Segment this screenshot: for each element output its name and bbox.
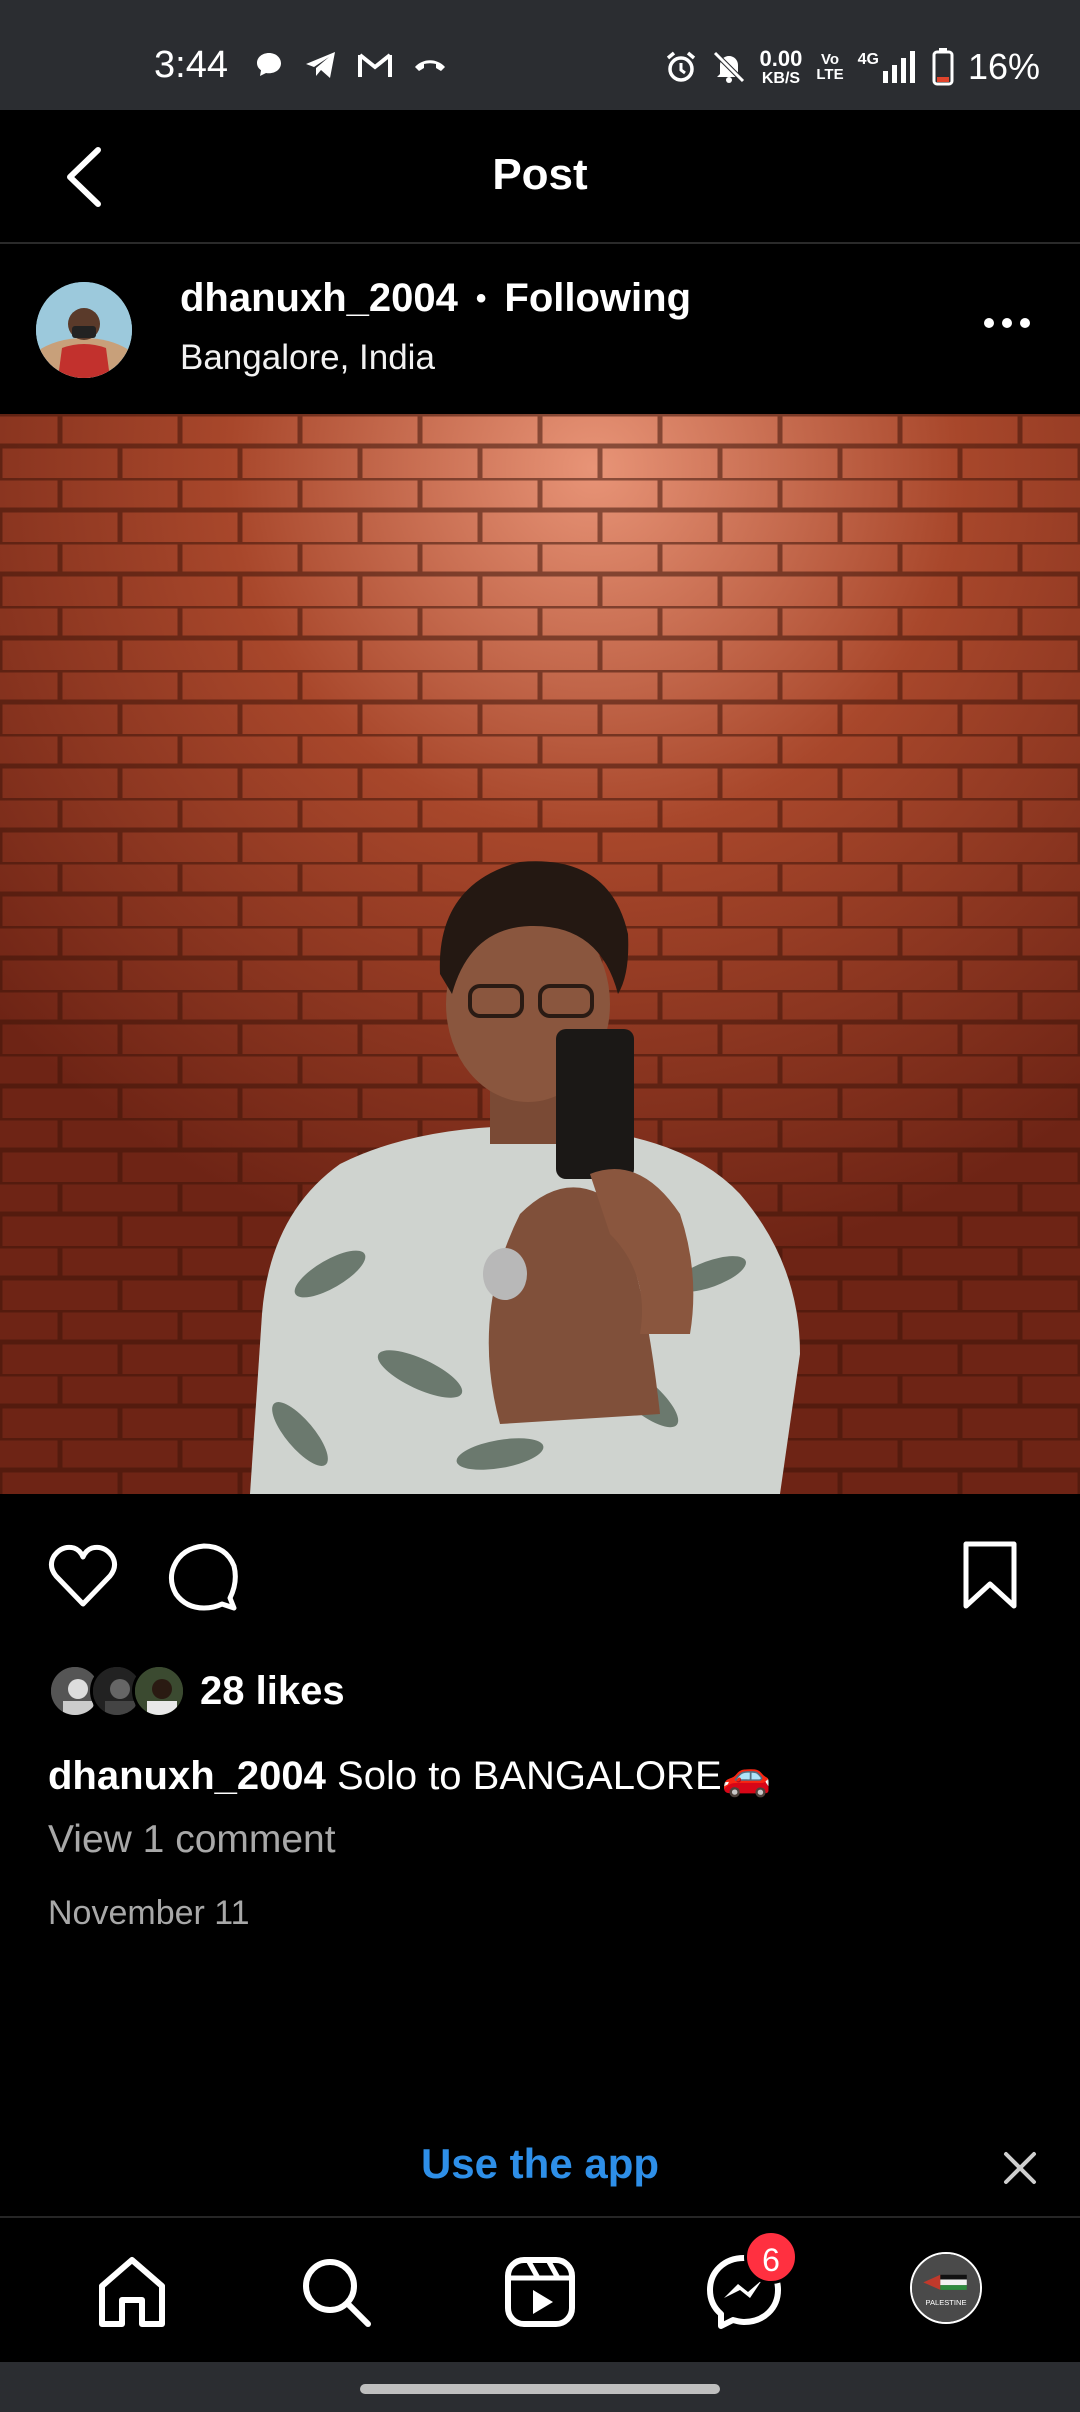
caption-text: Solo to BANGALORE🚗 bbox=[337, 1754, 772, 1798]
speed-unit: KB/S bbox=[761, 69, 801, 87]
network-speed: 0.00 KB/S bbox=[759, 45, 803, 87]
view-comments-link[interactable]: View 1 comment bbox=[48, 1818, 336, 1862]
author-avatar[interactable] bbox=[36, 282, 132, 378]
comment-icon bbox=[168, 1543, 238, 1611]
post-photo-illustration bbox=[0, 414, 1080, 1494]
nav-profile[interactable]: PALESTINE bbox=[910, 2252, 990, 2332]
author-row: dhanuxh_2004 • Following bbox=[180, 276, 691, 321]
notification-icons bbox=[254, 50, 448, 80]
status-right-icons: 0.00 KB/S Vo LTE 4G 16% bbox=[664, 46, 1040, 88]
missed-call-icon bbox=[415, 60, 445, 71]
post-caption: dhanuxh_2004 Solo to BANGALORE🚗 bbox=[48, 1752, 771, 1799]
mute-icon bbox=[712, 51, 745, 83]
search-icon bbox=[303, 2259, 371, 2327]
nav-messages[interactable]: 6 bbox=[704, 2230, 798, 2332]
messages-badge: 6 bbox=[744, 2230, 798, 2284]
profile-avatar: PALESTINE bbox=[910, 2252, 982, 2324]
bottom-navigation: 6 PALESTINE bbox=[0, 2216, 1080, 2362]
separator-dot: • bbox=[475, 281, 487, 315]
more-options-button[interactable] bbox=[984, 318, 1030, 328]
comment-button[interactable] bbox=[166, 1540, 240, 1614]
dot-icon bbox=[1020, 318, 1030, 328]
signal-bars-icon bbox=[882, 51, 915, 83]
post-location[interactable]: Bangalore, India bbox=[180, 338, 435, 378]
use-app-link[interactable]: Use the app bbox=[421, 2140, 659, 2187]
alarm-icon bbox=[666, 51, 695, 82]
top-app-bar: Post bbox=[0, 110, 1080, 244]
home-gesture-bar[interactable] bbox=[360, 2384, 720, 2394]
profile-avatar-image: PALESTINE bbox=[912, 2254, 980, 2322]
dot-icon bbox=[984, 318, 994, 328]
status-time: 3:44 bbox=[154, 44, 228, 86]
close-icon bbox=[1004, 2152, 1036, 2184]
gmail-icon bbox=[358, 53, 392, 77]
following-button[interactable]: Following bbox=[504, 276, 691, 321]
likes-count[interactable]: 28 likes bbox=[200, 1669, 345, 1714]
telegram-icon bbox=[306, 52, 335, 78]
gesture-area bbox=[0, 2362, 1080, 2412]
battery-icon bbox=[932, 48, 954, 86]
avatar-image bbox=[36, 282, 132, 378]
battery-percent: 16% bbox=[967, 46, 1040, 87]
author-username[interactable]: dhanuxh_2004 bbox=[180, 276, 458, 321]
signal-indicator: 4G bbox=[858, 51, 918, 83]
liker-avatar bbox=[132, 1664, 186, 1718]
network-type: 4G bbox=[857, 51, 879, 68]
heart-icon bbox=[48, 1544, 118, 1607]
home-icon bbox=[99, 2257, 165, 2327]
nav-reels[interactable] bbox=[500, 2252, 580, 2332]
reels-icon bbox=[505, 2257, 575, 2327]
bookmark-icon bbox=[963, 1541, 1017, 1609]
chat-bubble-icon bbox=[257, 53, 281, 76]
close-banner-button[interactable] bbox=[1000, 2148, 1040, 2188]
dot-icon bbox=[1002, 318, 1012, 328]
post-image[interactable] bbox=[0, 414, 1080, 1494]
volte-top: Vo bbox=[820, 51, 840, 68]
save-button[interactable] bbox=[960, 1540, 1034, 1614]
liker-avatar-image bbox=[135, 1667, 183, 1715]
status-bar: 3:44 0.00 KB/S Vo LTE 4G 16% bbox=[0, 0, 1080, 110]
like-button[interactable] bbox=[46, 1540, 120, 1614]
nav-home[interactable] bbox=[92, 2252, 172, 2332]
post-actions bbox=[0, 1540, 1080, 1630]
speed-value: 0.00 bbox=[759, 45, 803, 71]
nav-search[interactable] bbox=[296, 2252, 376, 2332]
post-date: November 11 bbox=[48, 1894, 250, 1932]
likes-row[interactable]: 28 likes bbox=[48, 1664, 345, 1718]
use-app-banner: Use the app bbox=[0, 2124, 1080, 2216]
post-header: dhanuxh_2004 • Following Bangalore, Indi… bbox=[0, 246, 1080, 414]
volte-bottom: LTE bbox=[816, 66, 844, 83]
page-title: Post bbox=[492, 150, 588, 199]
profile-avatar-text: PALESTINE bbox=[926, 2298, 967, 2307]
volte-indicator: Vo LTE bbox=[816, 52, 843, 82]
caption-username[interactable]: dhanuxh_2004 bbox=[48, 1754, 326, 1798]
